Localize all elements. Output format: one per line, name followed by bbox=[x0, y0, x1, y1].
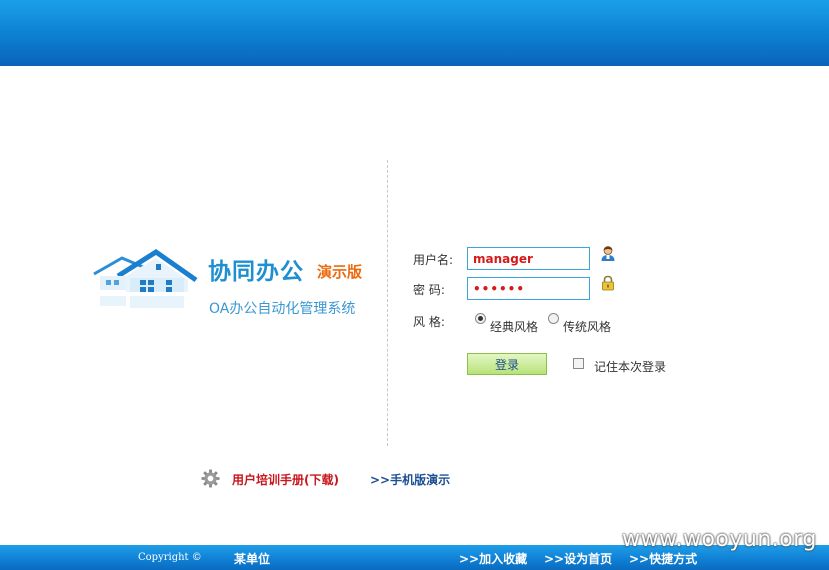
password-input[interactable] bbox=[467, 277, 590, 300]
remember-label: 记住本次登录 bbox=[594, 360, 667, 374]
username-input[interactable] bbox=[467, 247, 590, 270]
training-manual-link[interactable]: 用户培训手册(下载) bbox=[232, 471, 339, 488]
logo-tag: 演示版 bbox=[317, 263, 363, 281]
product-logo: 协同办公 演示版 OA办公自动化管理系统 bbox=[92, 246, 382, 326]
style-radio-classic[interactable] bbox=[475, 313, 486, 324]
shortcut-link[interactable]: >>快捷方式 bbox=[629, 550, 697, 567]
user-icon bbox=[601, 246, 615, 261]
remember-checkbox[interactable] bbox=[573, 358, 584, 369]
password-label: 密 码: bbox=[413, 283, 445, 297]
style-radio-traditional[interactable] bbox=[548, 313, 559, 324]
footer-copyright: Copyright © bbox=[138, 552, 202, 563]
gear-icon bbox=[201, 469, 220, 488]
lock-icon bbox=[602, 275, 614, 291]
style-option-traditional: 传统风格 bbox=[563, 320, 612, 334]
watermark: www.wooyun.org bbox=[622, 527, 817, 552]
style-option-classic: 经典风格 bbox=[490, 320, 539, 334]
vertical-divider bbox=[387, 160, 388, 446]
footer-company: 某单位 bbox=[234, 552, 271, 566]
set-homepage-link[interactable]: >>设为首页 bbox=[544, 550, 612, 567]
logo-title: 协同办公 bbox=[208, 259, 304, 285]
username-label: 用户名: bbox=[413, 253, 454, 267]
header-bar bbox=[0, 0, 829, 66]
login-button[interactable]: 登录 bbox=[467, 353, 547, 375]
add-favorite-link[interactable]: >>加入收藏 bbox=[459, 550, 527, 567]
style-label: 风 格: bbox=[413, 315, 445, 329]
house-icon bbox=[93, 248, 198, 308]
logo-subtitle: OA办公自动化管理系统 bbox=[209, 301, 356, 317]
mobile-demo-link[interactable]: >>手机版演示 bbox=[370, 471, 450, 488]
